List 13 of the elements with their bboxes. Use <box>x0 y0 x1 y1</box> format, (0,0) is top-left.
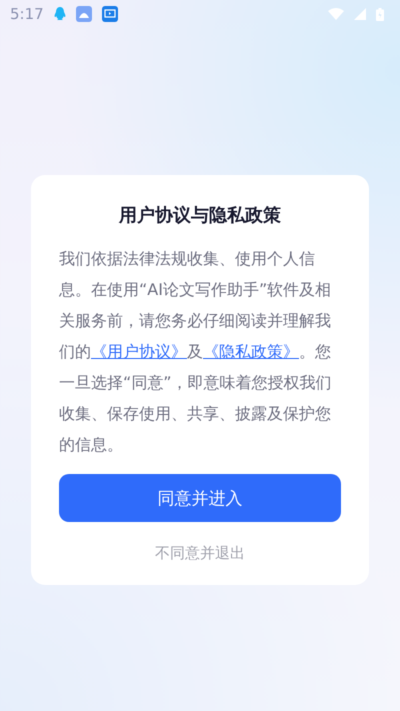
battery-icon <box>376 8 384 20</box>
penguin-icon <box>54 7 66 21</box>
app-icon <box>76 6 92 22</box>
policy-link[interactable]: 《用户协议》 <box>91 342 187 361</box>
agree-button[interactable]: 同意并进入 <box>59 474 341 522</box>
decline-link[interactable]: 不同意并退出 <box>155 544 245 563</box>
agreement-text: 我们依据法律法规收集、使用个人信息。在使用“AI论文写作助手”软件及相关服务前，请您务必仔细阅读并理解我们的《用户协议》及《隐私政策》。您一旦选择“同意”，即意味着您授权我们收集、保存使用、共享、披露及保护您的信息。 <box>59 248 333 456</box>
screen-icon <box>102 6 118 22</box>
policy-link[interactable]: 《隐私政策》 <box>203 342 299 361</box>
wifi-icon <box>328 8 344 20</box>
dialog-title: 用户协议与隐私政策 <box>119 204 281 227</box>
signal-icon <box>354 8 366 20</box>
status-time: 5:17 <box>10 5 44 23</box>
